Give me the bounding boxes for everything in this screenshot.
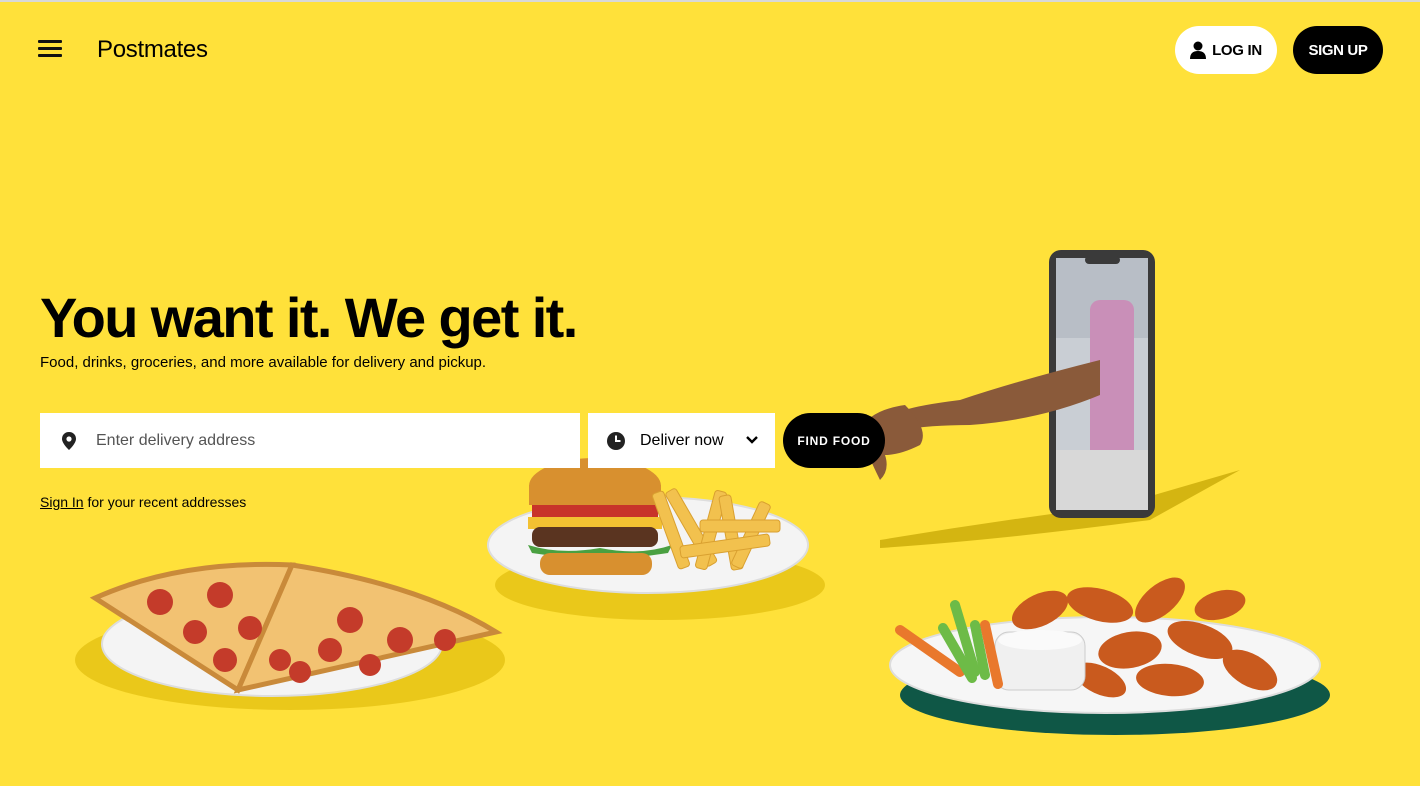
pizza-plate-image [75, 561, 505, 710]
logo[interactable]: Postmates [97, 36, 208, 64]
site-header: Postmates LOG IN SIGN UP [0, 0, 1420, 100]
login-button[interactable]: LOG IN [1175, 26, 1277, 74]
signup-label: SIGN UP [1308, 41, 1368, 59]
menu-bar [38, 47, 62, 50]
clock-icon [607, 431, 625, 450]
food-illustration [75, 250, 1330, 735]
signin-link[interactable]: Sign In [40, 494, 84, 510]
signup-button[interactable]: SIGN UP [1293, 26, 1383, 74]
address-input[interactable] [96, 431, 536, 450]
location-pin-icon [62, 431, 76, 450]
deliver-time-label: Deliver now [640, 431, 724, 449]
hero-headline: You want it. We get it. [40, 286, 578, 349]
signin-suffix: for your recent addresses [83, 494, 247, 510]
user-icon [1190, 41, 1207, 59]
wings-plate-image [889, 577, 1330, 735]
signin-prompt: Sign In for your recent addresses [40, 494, 246, 510]
find-food-button[interactable]: FIND FOOD [783, 413, 885, 468]
chevron-down-icon [746, 436, 758, 444]
hero-subheadline: Food, drinks, groceries, and more availa… [40, 354, 487, 371]
phone-image [860, 250, 1240, 548]
menu-bar [38, 40, 62, 43]
find-food-label: FIND FOOD [797, 433, 871, 448]
menu-icon[interactable] [38, 40, 62, 60]
menu-bar [38, 54, 62, 57]
login-label: LOG IN [1212, 41, 1262, 59]
address-field[interactable] [40, 413, 580, 468]
deliver-time-select[interactable]: Deliver now [588, 413, 775, 468]
burger-plate-image [487, 458, 825, 620]
